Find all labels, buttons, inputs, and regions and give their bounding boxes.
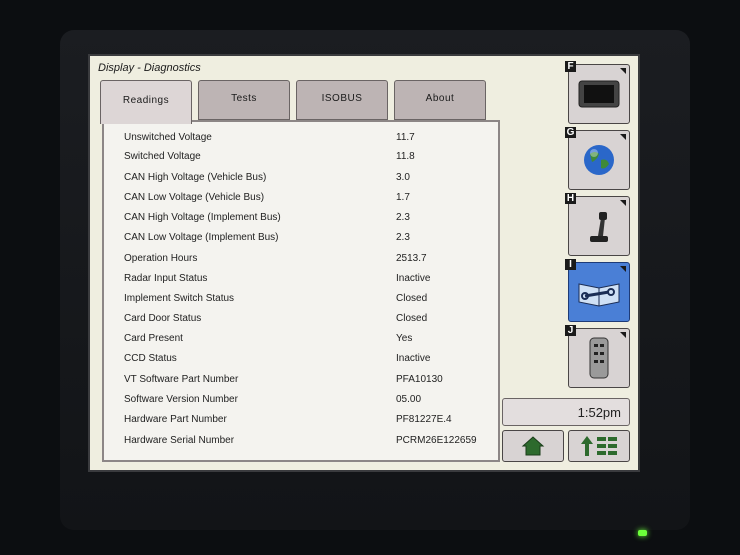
reading-value: 2.3: [396, 211, 410, 223]
reading-label: Switched Voltage: [124, 150, 201, 162]
tab-readings[interactable]: Readings: [100, 80, 192, 124]
side-button-j[interactable]: J: [565, 325, 630, 388]
reading-value: PFA10130: [396, 373, 443, 385]
side-button-i[interactable]: I: [565, 259, 630, 322]
reading-label: CAN Low Voltage (Implement Bus): [124, 231, 279, 243]
reading-row: CCD Status Inactive: [124, 349, 492, 367]
side-button-letter: I: [565, 259, 576, 270]
reading-row: CAN Low Voltage (Vehicle Bus) 1.7: [124, 188, 492, 206]
reading-value: 2.3: [396, 231, 410, 243]
reading-row: Hardware Serial Number PCRM26E122659: [124, 431, 492, 449]
reading-value: 2513.7: [396, 252, 427, 264]
home-button[interactable]: [502, 430, 564, 462]
home-icon: [521, 436, 545, 456]
reading-label: CAN Low Voltage (Vehicle Bus): [124, 191, 265, 203]
reading-value: 05.00: [396, 393, 422, 405]
side-button-f[interactable]: F: [565, 61, 630, 124]
reading-value: 11.8: [396, 150, 415, 162]
globe-icon: [584, 145, 614, 175]
reading-value: PF81227E.4: [396, 413, 452, 425]
reading-value: Closed: [396, 312, 428, 324]
reading-row: Unswitched Voltage 11.7: [124, 128, 492, 146]
reading-row: Hardware Part Number PF81227E.4: [124, 410, 492, 428]
reading-label: Card Present: [124, 332, 183, 344]
side-button-letter: F: [565, 61, 576, 72]
corner-arrow-icon: [620, 266, 626, 272]
side-button-g[interactable]: G: [565, 127, 630, 190]
readings-panel: Unswitched Voltage 11.7 Switched Voltage 1…: [102, 120, 500, 462]
remote-icon: [589, 337, 609, 379]
reading-label: CAN High Voltage (Vehicle Bus): [124, 171, 267, 183]
reading-row: Switched Voltage 11.8: [124, 147, 492, 165]
reading-value: 1.7: [396, 191, 410, 203]
reading-label: Implement Switch Status: [124, 292, 235, 304]
reading-label: Hardware Serial Number: [124, 434, 235, 446]
reading-label: Software Version Number: [124, 393, 238, 405]
reading-row: CAN High Voltage (Implement Bus) 2.3: [124, 208, 492, 226]
reading-row: VT Software Part Number PFA10130: [124, 370, 492, 388]
reading-label: Card Door Status: [124, 312, 202, 324]
reading-value: 11.7: [396, 131, 415, 143]
tab-about[interactable]: About: [394, 80, 486, 120]
reading-value: PCRM26E122659: [396, 434, 477, 446]
reading-row: Radar Input Status Inactive: [124, 269, 492, 287]
wrench-manual-icon: [578, 283, 620, 307]
reading-label: CAN High Voltage (Implement Bus): [124, 211, 281, 223]
clock-time: 1:52pm: [577, 404, 621, 420]
reading-label: Operation Hours: [124, 252, 198, 264]
reading-label: VT Software Part Number: [124, 373, 239, 385]
reading-row: Card Door Status Closed: [124, 309, 492, 327]
joystick-icon: [590, 212, 608, 242]
reading-value: Yes: [396, 332, 413, 344]
menu-up-button[interactable]: [568, 430, 630, 462]
tab-isobus[interactable]: ISOBUS: [296, 80, 388, 120]
reading-row: CAN High Voltage (Vehicle Bus) 3.0: [124, 168, 492, 186]
reading-row: Software Version Number 05.00: [124, 390, 492, 408]
reading-value: Inactive: [396, 272, 431, 284]
window-title: Display - Diagnostics: [98, 62, 201, 74]
reading-label: Hardware Part Number: [124, 413, 227, 425]
side-button-letter: J: [565, 325, 576, 336]
corner-arrow-icon: [620, 200, 626, 206]
side-button-h[interactable]: H: [565, 193, 630, 256]
display-icon: [578, 80, 620, 108]
reading-row: CAN Low Voltage (Implement Bus) 2.3: [124, 228, 492, 246]
corner-arrow-icon: [620, 68, 626, 74]
reading-label: CCD Status: [124, 352, 177, 364]
reading-value: 3.0: [396, 171, 410, 183]
corner-arrow-icon: [620, 134, 626, 140]
power-led: [638, 530, 647, 536]
tab-tests[interactable]: Tests: [198, 80, 290, 120]
menu-up-icon: [581, 436, 617, 456]
side-button-letter: H: [565, 193, 576, 204]
side-button-letter: G: [565, 127, 576, 138]
corner-arrow-icon: [620, 332, 626, 338]
reading-row: Operation Hours 2513.7: [124, 249, 492, 267]
display-screen: Display - Diagnostics Readings Tests ISO…: [88, 54, 640, 472]
reading-row: Card Present Yes: [124, 329, 492, 347]
reading-row: Implement Switch Status Closed: [124, 289, 492, 307]
clock-display: 1:52pm: [502, 398, 630, 426]
reading-value: Inactive: [396, 352, 431, 364]
reading-value: Closed: [396, 292, 428, 304]
reading-label: Radar Input Status: [124, 272, 208, 284]
reading-label: Unswitched Voltage: [124, 131, 212, 143]
